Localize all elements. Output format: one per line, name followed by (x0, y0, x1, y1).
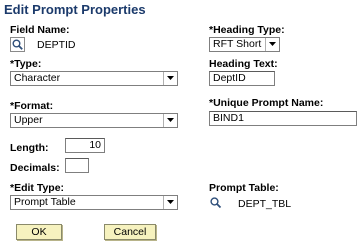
type-label: *Type: (10, 58, 42, 70)
magnifier-icon[interactable] (209, 196, 222, 209)
magnifier-lookup-icon[interactable] (10, 37, 25, 52)
prompt-table-value: DEPT_TBL (238, 198, 292, 210)
format-select[interactable]: Upper (10, 113, 178, 128)
heading-type-label: *Heading Type: (209, 24, 285, 36)
chevron-down-icon (163, 196, 177, 209)
page-title: Edit Prompt Properties (4, 2, 146, 17)
length-input[interactable]: 10 (65, 138, 105, 153)
format-value: Upper (14, 114, 43, 126)
edit-type-label: *Edit Type: (10, 182, 65, 194)
format-label: *Format: (10, 100, 54, 112)
decimals-input[interactable] (65, 158, 89, 173)
ok-button[interactable]: OK (16, 224, 62, 240)
unique-prompt-name-input[interactable]: BIND1 (209, 111, 357, 126)
heading-type-select[interactable]: RFT Short (209, 37, 280, 52)
heading-type-value: RFT Short (213, 38, 262, 50)
unique-prompt-name-label: *Unique Prompt Name: (209, 97, 324, 109)
prompt-table-label: Prompt Table: (209, 182, 279, 194)
chevron-down-icon (163, 72, 177, 85)
edit-type-select[interactable]: Prompt Table (10, 195, 178, 210)
edit-type-value: Prompt Table (14, 196, 76, 208)
cancel-button[interactable]: Cancel (104, 224, 156, 240)
chevron-down-icon (265, 38, 279, 51)
heading-text-input[interactable]: DeptID (209, 71, 275, 86)
heading-text-label: Heading Text: (209, 58, 278, 70)
type-value: Character (14, 72, 61, 84)
field-name-label: Field Name: (10, 24, 70, 36)
type-select[interactable]: Character (10, 71, 178, 86)
chevron-down-icon (163, 114, 177, 127)
decimals-label: Decimals: (10, 162, 60, 174)
field-name-value: DEPTID (37, 39, 76, 51)
length-label: Length: (10, 142, 49, 154)
